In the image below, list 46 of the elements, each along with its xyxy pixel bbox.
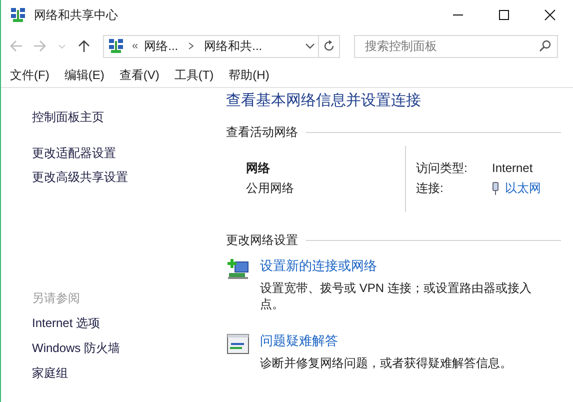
overflow-chevron[interactable]: « <box>132 38 138 54</box>
access-type-label: 访问类型: <box>416 160 468 176</box>
breadcrumb[interactable]: 网络和共... <box>204 37 262 55</box>
network-icon <box>108 38 124 54</box>
section-heading: 查看活动网络 <box>226 124 298 140</box>
troubleshoot-icon <box>227 334 249 354</box>
connection-label: 连接: <box>416 180 444 196</box>
breadcrumb[interactable]: 网络... <box>144 37 178 55</box>
page-heading: 查看基本网络信息并设置连接 <box>226 91 422 111</box>
back-arrow-icon <box>9 39 23 53</box>
ethernet-icon <box>492 182 499 194</box>
section-heading: 更改网络设置 <box>226 232 298 248</box>
see-also-heading: 另请参阅 <box>32 290 80 306</box>
menu-item[interactable]: 编辑(E) <box>63 66 106 84</box>
up-arrow-icon <box>77 39 91 53</box>
menu-item[interactable]: 工具(T) <box>173 66 215 84</box>
menu-item[interactable]: 文件(F) <box>9 66 50 84</box>
sidebar-link[interactable]: 更改适配器设置 <box>32 145 116 161</box>
chevron-down-icon <box>305 42 315 50</box>
sidebar-link[interactable]: 控制面板主页 <box>32 109 104 125</box>
network-name: 网络 <box>246 160 271 176</box>
maximize-icon <box>498 9 510 21</box>
address-bar[interactable]: « 网络... 网络和共... <box>103 34 319 58</box>
window-title: 网络和共享中心 <box>34 7 118 24</box>
search-icon <box>539 40 551 52</box>
network-add-icon <box>227 259 251 281</box>
task-link[interactable]: 问题疑难解答 <box>260 332 338 350</box>
search-field[interactable]: 搜索控制面板 <box>354 34 558 58</box>
forward-arrow-icon <box>33 39 47 53</box>
access-type-value: Internet <box>492 160 534 176</box>
see-also-link[interactable]: 家庭组 <box>32 365 68 381</box>
task-description: 设置宽带、拨号或 VPN 连接；或设置路由器或接入点。 <box>260 280 532 312</box>
menu-item[interactable]: 帮助(H) <box>228 66 270 84</box>
task-link[interactable]: 设置新的连接或网络 <box>260 257 377 275</box>
network-icon <box>10 7 26 23</box>
close-icon <box>544 9 556 21</box>
refresh-icon <box>323 40 335 52</box>
chevron-right-icon <box>188 42 194 50</box>
network-type: 公用网络 <box>246 180 295 196</box>
refresh-button[interactable] <box>319 34 340 58</box>
connection-link[interactable]: 以太网 <box>492 180 541 196</box>
see-also-link[interactable]: Internet 选项 <box>32 315 100 331</box>
task-description: 诊断并修复网络问题，或者获得疑难解答信息。 <box>260 355 513 371</box>
menu-item[interactable]: 查看(V) <box>118 66 160 84</box>
sidebar-link[interactable]: 更改高级共享设置 <box>32 169 128 185</box>
see-also-link[interactable]: Windows 防火墙 <box>32 340 120 356</box>
